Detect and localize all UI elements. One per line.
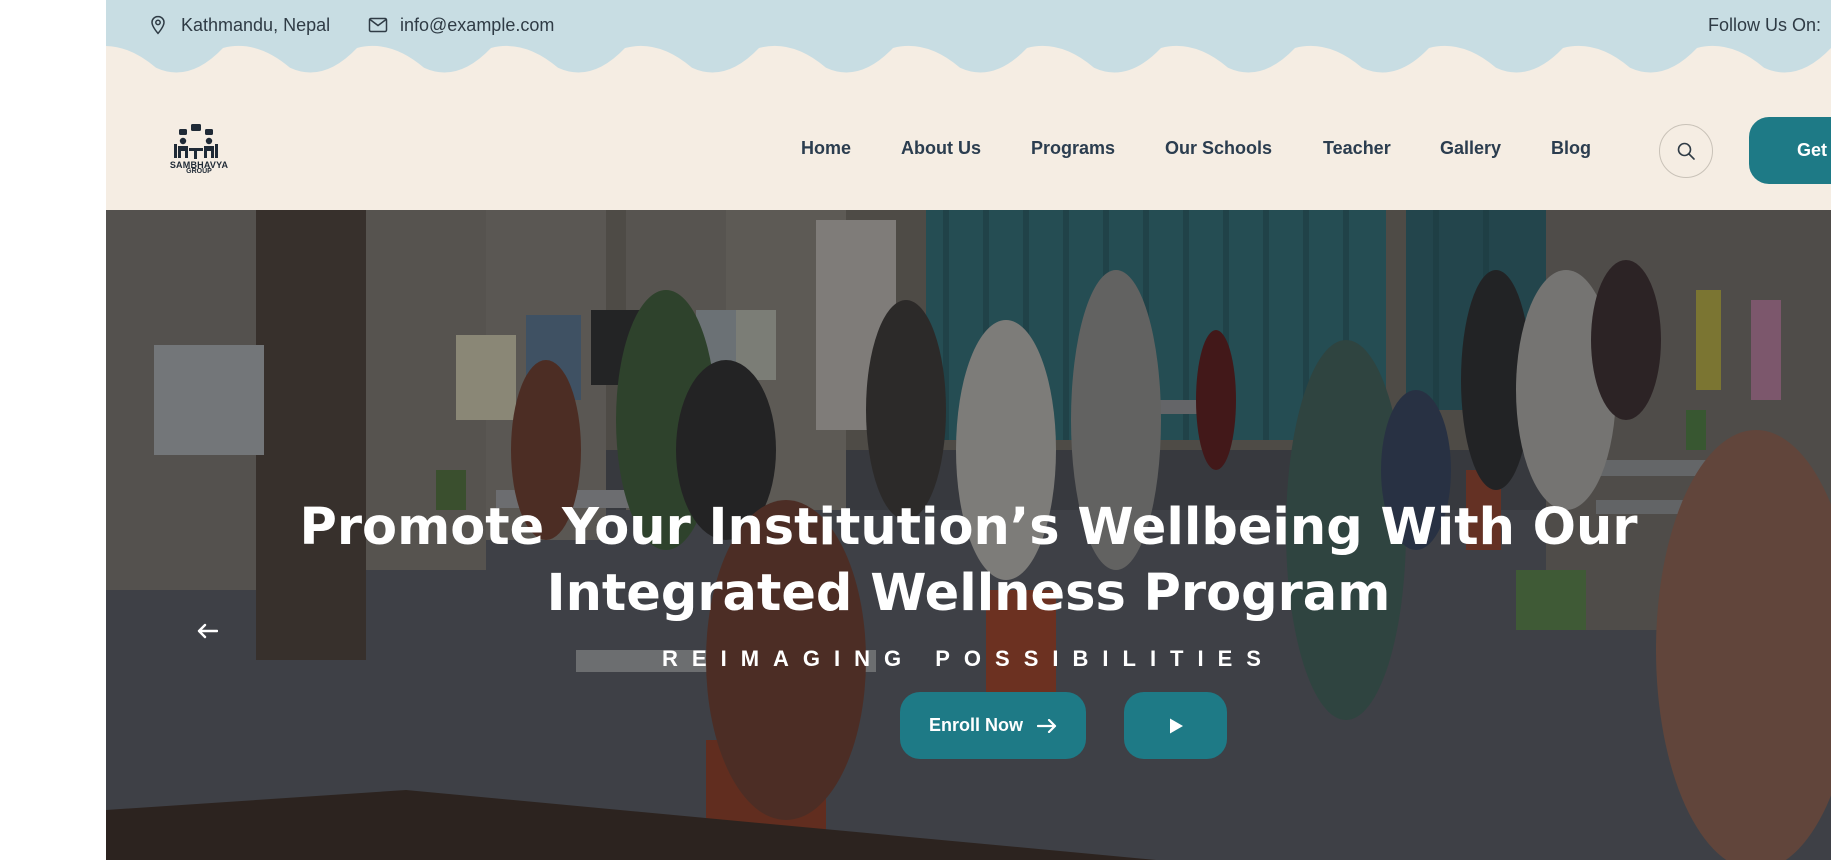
- wave-decoration: [106, 0, 1831, 73]
- nav-item-about-us[interactable]: About Us: [901, 138, 981, 159]
- arrow-right-icon: [1037, 718, 1057, 733]
- nav-item-home[interactable]: Home: [801, 138, 851, 159]
- hero-subtitle: REIMAGING POSSIBILITIES: [662, 646, 1275, 671]
- location-text: Kathmandu, Nepal: [181, 14, 331, 35]
- map-pin-icon: [149, 14, 171, 36]
- search-icon: [1677, 142, 1695, 160]
- play-video-button[interactable]: [1124, 692, 1227, 759]
- logo-subtext: GROUP: [186, 168, 212, 175]
- email-link[interactable]: info@example.com: [400, 15, 554, 36]
- top-info-bar: Kathmandu, Nepal info@example.com Follow…: [106, 0, 1831, 90]
- location-info: Kathmandu, Nepal: [149, 13, 330, 37]
- cta-label: Get A: [1797, 140, 1831, 160]
- hero-title-line2: Integrated Wellness Program: [546, 564, 1391, 623]
- logo-mark-icon: [174, 124, 218, 159]
- hero-title: Promote Your Institution’s Wellbeing Wit…: [106, 495, 1831, 627]
- play-icon: [1169, 718, 1183, 733]
- page: Kathmandu, Nepal info@example.com Follow…: [106, 0, 1831, 860]
- nav-item-our-schools[interactable]: Our Schools: [1165, 138, 1272, 159]
- nav-item-blog[interactable]: Blog: [1551, 138, 1591, 159]
- hero-slider: Promote Your Institution’s Wellbeing Wit…: [106, 210, 1831, 860]
- get-a-quote-button[interactable]: Get A: [1749, 117, 1831, 184]
- enroll-now-label: Enroll Now: [929, 715, 1023, 735]
- nav-item-teacher[interactable]: Teacher: [1323, 138, 1391, 159]
- nav-item-programs[interactable]: Programs: [1031, 138, 1115, 159]
- email-info[interactable]: info@example.com: [368, 13, 554, 37]
- hero-title-line1: Promote Your Institution’s Wellbeing Wit…: [299, 498, 1638, 557]
- follow-us-label: Follow Us On:: [1708, 14, 1822, 35]
- envelope-icon: [368, 14, 390, 36]
- enroll-now-button[interactable]: Enroll Now: [900, 692, 1086, 759]
- search-button[interactable]: [1659, 124, 1713, 178]
- nav-item-gallery[interactable]: Gallery: [1440, 138, 1501, 159]
